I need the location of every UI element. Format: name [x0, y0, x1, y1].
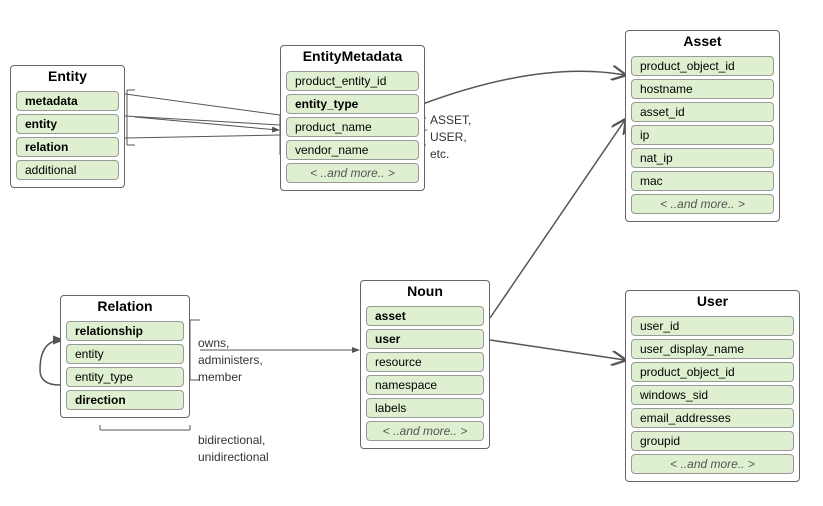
asset-field-asset-id: asset_id [631, 102, 774, 122]
entity-field-metadata: metadata [16, 91, 119, 111]
asset-field-more: < ..and more.. > [631, 194, 774, 214]
user-field-display-name: user_display_name [631, 339, 794, 359]
relation-field-entity: entity [66, 344, 184, 364]
relation-field-relationship: relationship [66, 321, 184, 341]
noun-field-resource: resource [366, 352, 484, 372]
asset-title: Asset [626, 31, 779, 53]
entitymetadata-title: EntityMetadata [281, 46, 424, 68]
noun-field-more: < ..and more.. > [366, 421, 484, 441]
noun-field-asset: asset [366, 306, 484, 326]
asset-field-mac: mac [631, 171, 774, 191]
entitymetadata-field-vendor-name: vendor_name [286, 140, 419, 160]
entity-field-additional: additional [16, 160, 119, 180]
label-asset-user: ASSET,USER,etc. [430, 112, 471, 162]
user-box: User user_id user_display_name product_o… [625, 290, 800, 482]
user-field-email: email_addresses [631, 408, 794, 428]
entitymetadata-box: EntityMetadata product_entity_id entity_… [280, 45, 425, 191]
relation-box: Relation relationship entity entity_type… [60, 295, 190, 418]
asset-field-ip: ip [631, 125, 774, 145]
asset-field-product-object-id: product_object_id [631, 56, 774, 76]
label-bidirectional: bidirectional,unidirectional [198, 432, 269, 466]
entitymetadata-field-product-entity-id: product_entity_id [286, 71, 419, 91]
relation-field-entity-type: entity_type [66, 367, 184, 387]
entitymetadata-field-entity-type: entity_type [286, 94, 419, 114]
user-field-user-id: user_id [631, 316, 794, 336]
entity-box: Entity metadata entity relation addition… [10, 65, 125, 188]
asset-field-hostname: hostname [631, 79, 774, 99]
noun-field-namespace: namespace [366, 375, 484, 395]
noun-title: Noun [361, 281, 489, 303]
asset-field-nat-ip: nat_ip [631, 148, 774, 168]
asset-box: Asset product_object_id hostname asset_i… [625, 30, 780, 222]
entitymetadata-field-product-name: product_name [286, 117, 419, 137]
user-field-groupid: groupid [631, 431, 794, 451]
noun-field-labels: labels [366, 398, 484, 418]
relation-title: Relation [61, 296, 189, 318]
entitymetadata-field-more: < ..and more.. > [286, 163, 419, 183]
diagram: Entity metadata entity relation addition… [0, 0, 823, 506]
label-owns: owns,administers,member [198, 335, 263, 385]
user-field-product-object-id: product_object_id [631, 362, 794, 382]
user-field-more: < ..and more.. > [631, 454, 794, 474]
user-title: User [626, 291, 799, 313]
noun-box: Noun asset user resource namespace label… [360, 280, 490, 449]
entity-title: Entity [11, 66, 124, 88]
entity-field-entity: entity [16, 114, 119, 134]
entity-field-relation: relation [16, 137, 119, 157]
noun-field-user: user [366, 329, 484, 349]
relation-field-direction: direction [66, 390, 184, 410]
user-field-windows-sid: windows_sid [631, 385, 794, 405]
